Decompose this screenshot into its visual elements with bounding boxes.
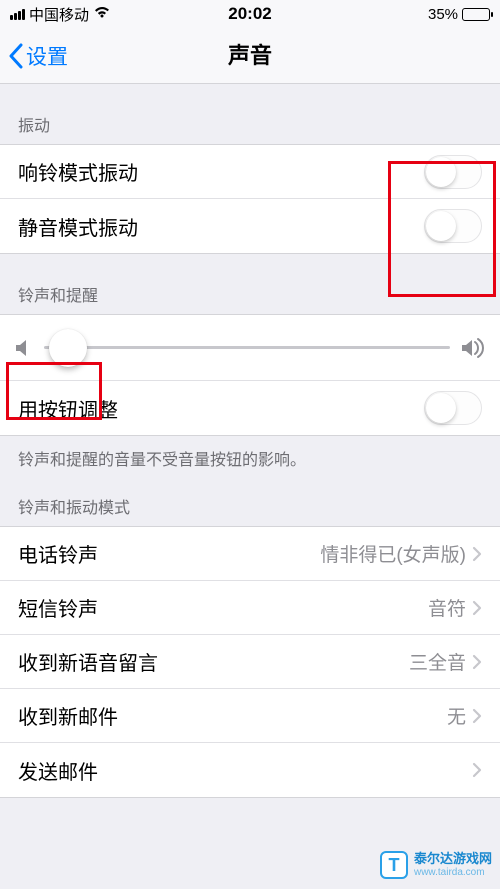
watermark: T 泰尔达游戏网 www.tairda.com	[380, 851, 492, 879]
toggle-change-with-buttons[interactable]	[424, 391, 482, 425]
chevron-right-icon	[472, 546, 482, 562]
chevron-right-icon	[472, 600, 482, 616]
battery-pct: 35%	[428, 6, 458, 23]
row-label: 响铃模式振动	[18, 157, 424, 186]
chevron-right-icon	[472, 654, 482, 670]
volume-high-icon	[460, 337, 486, 359]
row-text-tone[interactable]: 短信铃声 音符	[0, 581, 500, 635]
row-change-with-buttons[interactable]: 用按钮调整	[0, 381, 500, 435]
watermark-name: 泰尔达游戏网	[414, 852, 492, 866]
page-title: 声音	[228, 38, 272, 70]
carrier-label: 中国移动	[29, 4, 89, 25]
toggle-vibrate-silent[interactable]	[424, 209, 482, 243]
status-bar: 中国移动 20:02 35%	[0, 0, 500, 28]
group-vibration: 响铃模式振动 静音模式振动	[0, 144, 500, 254]
row-value: 无	[447, 702, 466, 729]
watermark-logo: T	[380, 851, 408, 879]
back-button[interactable]: 设置	[0, 41, 68, 71]
row-ringtone[interactable]: 电话铃声 情非得已(女声版)	[0, 527, 500, 581]
row-voicemail[interactable]: 收到新语音留言 三全音	[0, 635, 500, 689]
battery-icon	[462, 8, 490, 21]
status-time: 20:02	[228, 4, 271, 24]
ringer-note: 铃声和提醒的音量不受音量按钮的影响。	[0, 436, 500, 480]
group-ringer: 用按钮调整	[0, 314, 500, 436]
nav-bar: 设置 声音	[0, 28, 500, 84]
status-left: 中国移动	[10, 4, 228, 25]
slider-thumb[interactable]	[49, 329, 87, 367]
row-vibrate-silent[interactable]: 静音模式振动	[0, 199, 500, 253]
section-header-ringer: 铃声和提醒	[0, 254, 500, 314]
volume-slider[interactable]	[44, 346, 450, 349]
chevron-right-icon	[472, 708, 482, 724]
row-label: 静音模式振动	[18, 212, 424, 241]
signal-icon	[10, 9, 25, 20]
row-label: 电话铃声	[18, 539, 320, 568]
group-patterns: 电话铃声 情非得已(女声版) 短信铃声 音符 收到新语音留言 三全音 收到新邮件…	[0, 526, 500, 798]
row-vibrate-ring[interactable]: 响铃模式振动	[0, 145, 500, 199]
back-label: 设置	[26, 41, 68, 71]
section-header-patterns: 铃声和振动模式	[0, 480, 500, 526]
row-volume-slider	[0, 315, 500, 381]
row-value: 音符	[428, 594, 466, 621]
status-right: 35%	[272, 6, 490, 23]
row-label: 收到新语音留言	[18, 647, 409, 676]
wifi-icon	[93, 5, 111, 24]
chevron-left-icon	[8, 43, 24, 69]
toggle-vibrate-ring[interactable]	[424, 155, 482, 189]
row-new-mail[interactable]: 收到新邮件 无	[0, 689, 500, 743]
watermark-url: www.tairda.com	[414, 867, 492, 878]
row-label: 收到新邮件	[18, 701, 447, 730]
section-header-vibration: 振动	[0, 84, 500, 144]
row-value: 情非得已(女声版)	[320, 540, 466, 567]
chevron-right-icon	[472, 762, 482, 778]
row-label: 短信铃声	[18, 593, 428, 622]
row-sent-mail[interactable]: 发送邮件	[0, 743, 500, 797]
row-label: 发送邮件	[18, 756, 466, 785]
volume-low-icon	[14, 337, 34, 359]
row-value: 三全音	[409, 648, 466, 675]
row-label: 用按钮调整	[18, 394, 424, 423]
